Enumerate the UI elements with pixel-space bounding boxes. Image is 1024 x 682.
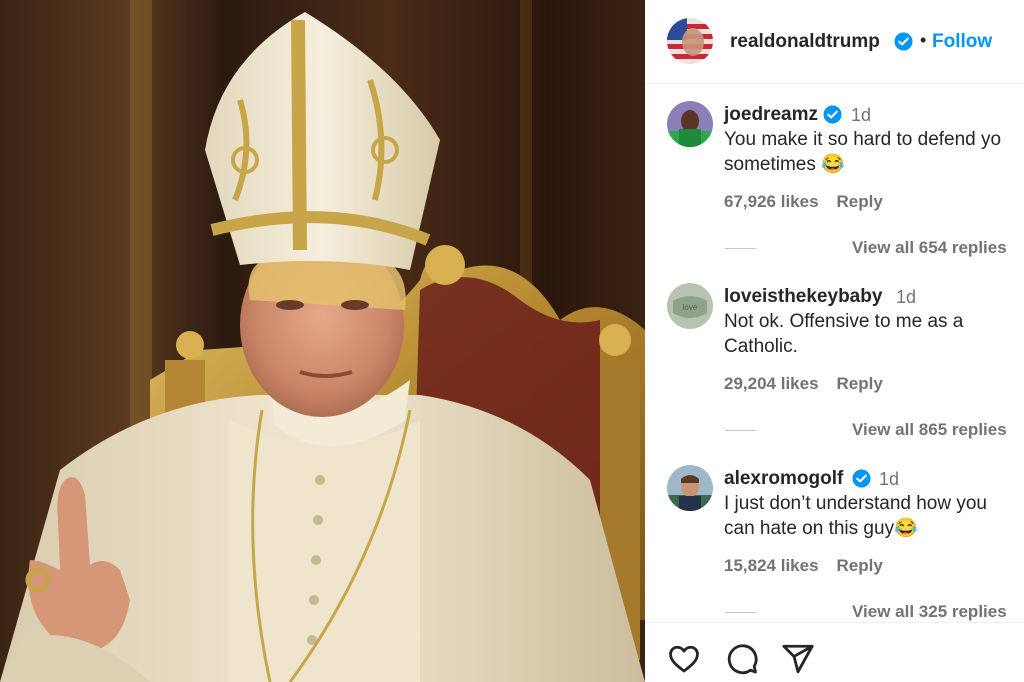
comment-time: 1d [896, 287, 917, 307]
comment-bubble-icon[interactable] [725, 642, 759, 676]
comment-time: 1d [879, 469, 900, 489]
comment-text-line: Not ok. Offensive to me as a [724, 311, 964, 332]
view-replies-label: View all 865 replies [852, 420, 1007, 439]
avatar-image-icon [667, 101, 713, 147]
post-action-bar [645, 622, 1024, 682]
comment-time: 1d [851, 105, 872, 125]
comment-username[interactable]: loveisthekeybaby [724, 286, 882, 308]
header-separator: • [920, 30, 927, 50]
comment-text-line: Catholic. [724, 336, 798, 357]
send-paper-plane-icon[interactable] [781, 642, 815, 676]
heart-icon[interactable] [667, 642, 701, 676]
comment-text-line: You make it so hard to defend yo [724, 129, 1002, 150]
reply-button[interactable]: Reply [837, 374, 883, 393]
post-image-illustration [0, 0, 645, 682]
view-replies-label: View all 654 replies [852, 238, 1007, 257]
replies-divider [725, 430, 756, 431]
flag-avatar-icon [667, 18, 713, 64]
verified-badge-icon [894, 32, 913, 51]
comment-username[interactable]: alexromogolf [724, 468, 843, 490]
verified-badge-icon [823, 105, 842, 124]
post-header: realdonaldtrump • Follow [645, 0, 1024, 84]
comment-meta: 67,926 likes Reply [724, 192, 901, 212]
author-username[interactable]: realdonaldtrump [730, 31, 880, 53]
comment-likes[interactable]: 29,204 likes [724, 374, 819, 393]
comment-meta: 15,824 likes Reply [724, 556, 901, 576]
svg-text:love: love [683, 303, 698, 312]
follow-button[interactable]: Follow [932, 31, 992, 53]
commenter-avatar[interactable] [667, 465, 713, 511]
comment-likes[interactable]: 67,926 likes [724, 192, 819, 211]
author-avatar[interactable] [667, 18, 713, 64]
view-replies-label: View all 325 replies [852, 602, 1007, 621]
avatar-image-icon [667, 465, 713, 511]
comment-text-line: can hate on this guy😂 [724, 518, 918, 539]
reply-button[interactable]: Reply [837, 556, 883, 575]
comment-username[interactable]: joedreamz [724, 104, 818, 126]
commenter-avatar[interactable] [667, 101, 713, 147]
avatar-image-icon: love [667, 283, 713, 329]
comment-text-line: I just don’t understand how you [724, 493, 988, 514]
replies-divider [725, 248, 756, 249]
commenter-avatar[interactable]: love [667, 283, 713, 329]
reply-button[interactable]: Reply [837, 192, 883, 211]
post-image[interactable] [0, 0, 645, 682]
comment-meta: 29,204 likes Reply [724, 374, 901, 394]
comment-text-line: sometimes 😂 [724, 154, 845, 175]
replies-divider [725, 612, 756, 613]
post-side-panel: realdonaldtrump • Follow joedreamz 1d Yo… [645, 0, 1024, 682]
verified-badge-icon [852, 469, 871, 488]
comment-likes[interactable]: 15,824 likes [724, 556, 819, 575]
